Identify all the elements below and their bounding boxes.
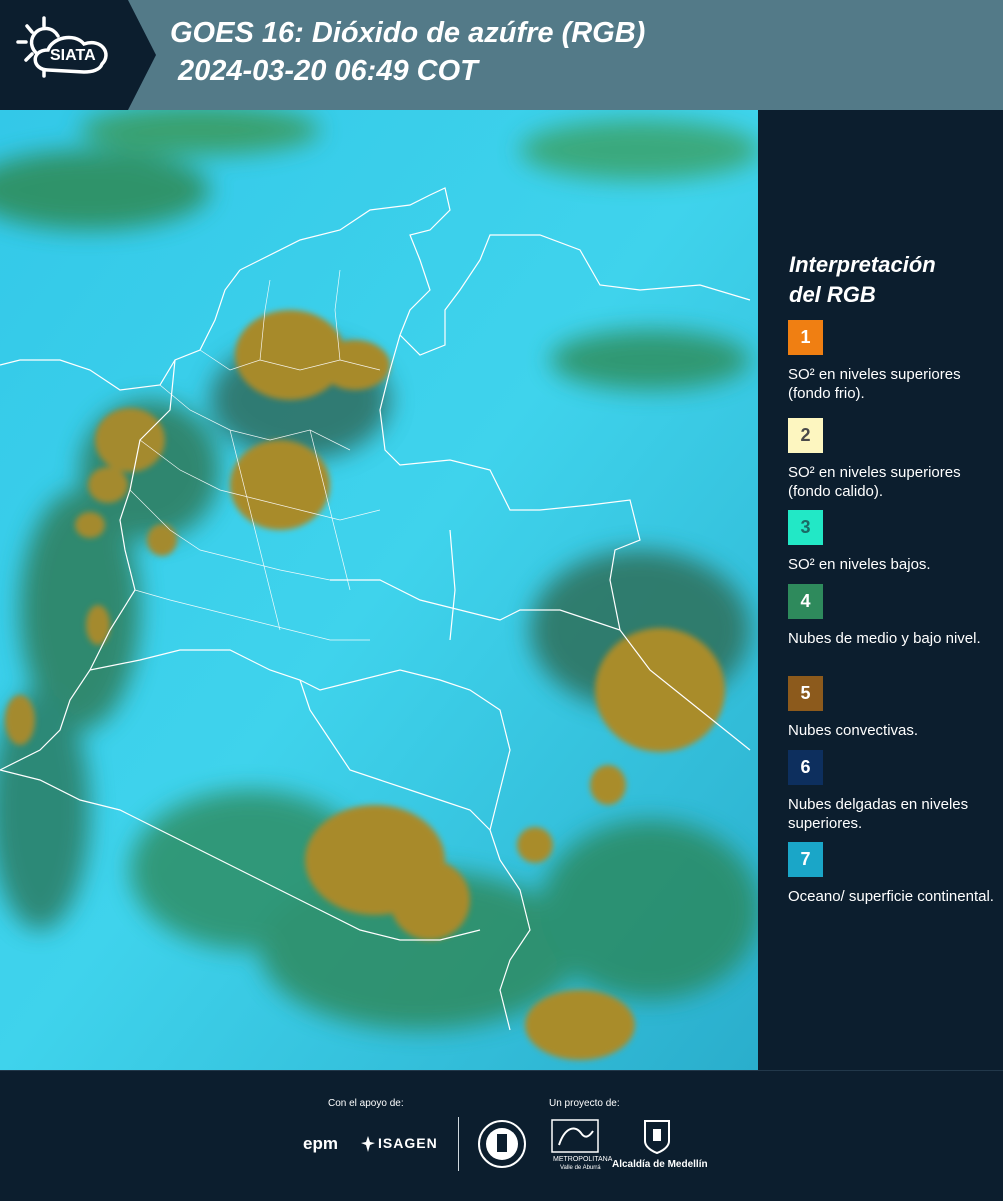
legend-swatch: 1 xyxy=(788,320,823,355)
project-label: Un proyecto de: xyxy=(549,1098,620,1109)
satellite-map xyxy=(0,110,758,1070)
medellin-seal-icon xyxy=(478,1120,526,1168)
legend-label: Nubes delgadas en niveles superiores. xyxy=(788,796,969,832)
legend-swatch: 4 xyxy=(788,584,823,619)
alcaldia-text: Alcaldía de Medellín xyxy=(612,1159,708,1170)
legend-item-2: 2 SO² en niveles superiores (fondo calid… xyxy=(788,418,998,501)
legend-item-3: 3 SO² en niveles bajos. xyxy=(788,510,998,574)
alcaldia-crest-icon xyxy=(644,1120,670,1155)
legend-label: SO² en niveles bajos. xyxy=(788,556,931,573)
legend-title-line1: Interpretación xyxy=(789,252,936,277)
legend-swatch: 5 xyxy=(788,676,823,711)
satellite-image xyxy=(0,110,758,1070)
logo-arrow xyxy=(128,0,156,110)
legend-swatch: 3 xyxy=(788,510,823,545)
legend-label: Oceano/ superficie continental. xyxy=(788,888,994,905)
isagen-logo: ISAGEN xyxy=(378,1135,438,1151)
title-line1: GOES 16: Dióxido de azúfre (RGB) xyxy=(170,17,646,49)
valle-aburra-text: Valle de Aburrá xyxy=(560,1165,601,1171)
legend-panel: Interpretación del RGB 1 SO² en niveles … xyxy=(762,110,1003,1070)
legend-item-5: 5 Nubes convectivas. xyxy=(788,676,998,740)
legend-item-7: 7 Oceano/ superficie continental. xyxy=(788,842,998,906)
siata-logo: SIATA xyxy=(0,0,128,110)
legend-swatch: 6 xyxy=(788,750,823,785)
header-bar: SIATA GOES 16: Dióxido de azúfre (RGB) 2… xyxy=(0,0,1003,110)
legend-item-4: 4 Nubes de medio y bajo nivel. xyxy=(788,584,998,648)
area-metropolitana-logo xyxy=(551,1119,599,1153)
footer-divider xyxy=(458,1117,459,1171)
legend-title-line2: del RGB xyxy=(789,282,876,307)
legend-label: SO² en niveles superiores (fondo frio). xyxy=(788,366,961,402)
legend-swatch: 2 xyxy=(788,418,823,453)
epm-logo: epm xyxy=(303,1134,338,1153)
isagen-icon xyxy=(361,1136,375,1152)
footer: Con el apoyo de: Un proyecto de: epm ISA… xyxy=(0,1070,1003,1201)
legend-label: SO² en niveles superiores (fondo calido)… xyxy=(788,464,961,500)
title-line2: 2024-03-20 06:49 COT xyxy=(178,55,478,87)
support-label: Con el apoyo de: xyxy=(328,1098,404,1109)
legend-label: Nubes de medio y bajo nivel. xyxy=(788,630,981,647)
logo-text: SIATA xyxy=(50,47,96,64)
legend-item-6: 6 Nubes delgadas en niveles superiores. xyxy=(788,750,998,833)
legend-swatch: 7 xyxy=(788,842,823,877)
page-title: GOES 16: Dióxido de azúfre (RGB) 2024-03… xyxy=(170,14,645,90)
legend-item-1: 1 SO² en niveles superiores (fondo frio)… xyxy=(788,320,998,403)
area-metropolitana-text: METROPOLITANA xyxy=(553,1156,613,1163)
legend-label: Nubes convectivas. xyxy=(788,722,919,739)
legend-title: Interpretación del RGB xyxy=(789,250,936,310)
